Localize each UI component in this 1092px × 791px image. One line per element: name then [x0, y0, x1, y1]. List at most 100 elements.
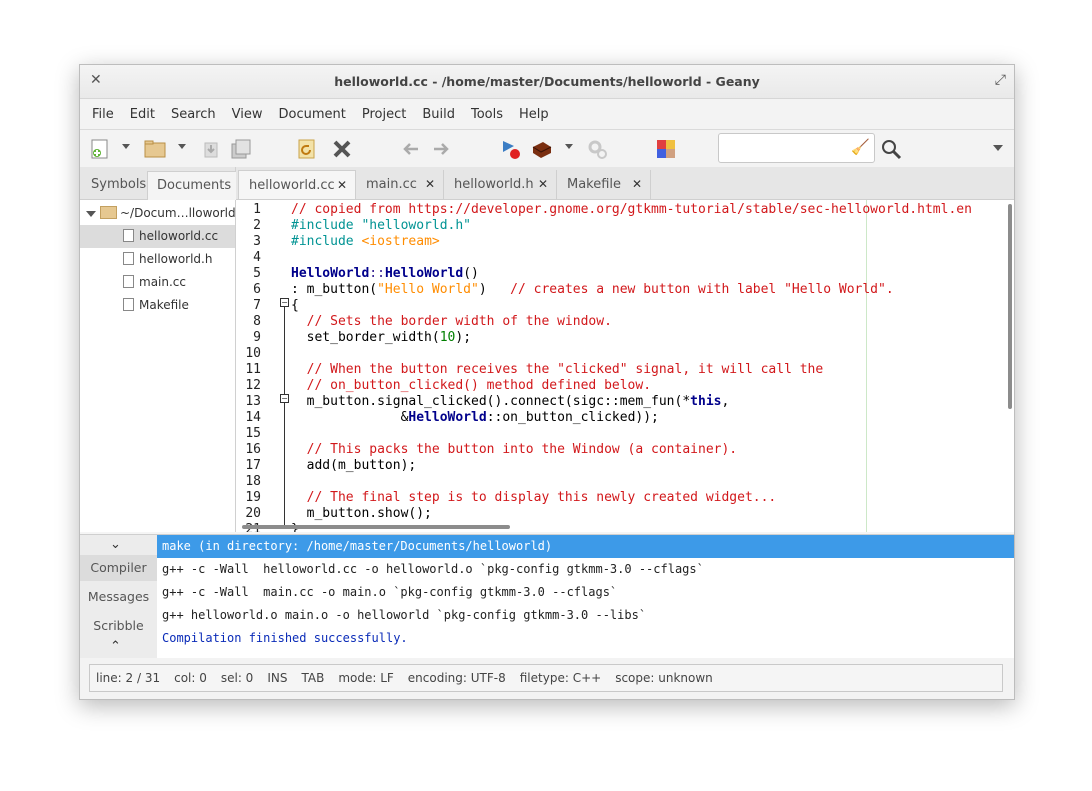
file-label: helloworld.h [139, 252, 213, 266]
tree-file-helloworld-cc[interactable]: helloworld.cc [80, 225, 235, 248]
code-token: <iostream> [361, 234, 440, 249]
open-folder-icon[interactable] [144, 138, 166, 160]
revert-icon[interactable] [296, 138, 318, 160]
tab-helloworld-cc[interactable]: helloworld.cc ✕ [238, 170, 356, 199]
close-file-icon[interactable] [331, 138, 353, 160]
execute-icon[interactable] [586, 138, 608, 160]
code-text: #include "helloworld.h" [291, 218, 472, 233]
toolbar: 🧹 [80, 130, 1014, 168]
sidebar: Symbols Documents ~/Docum…lloworld hello… [80, 167, 242, 532]
search-input[interactable]: 🧹 [718, 133, 875, 163]
code-token: HelloWorld [291, 266, 370, 281]
tab-helloworld-h[interactable]: helloworld.h ✕ [444, 170, 557, 199]
open-dropdown-icon[interactable] [178, 144, 186, 149]
code-line: 16 // This packs the button into the Win… [236, 442, 1014, 458]
code-text: set_border_width(10); [291, 330, 471, 346]
forward-arrow-icon[interactable] [430, 138, 452, 160]
menu-tools[interactable]: Tools [463, 107, 511, 122]
save-all-icon[interactable] [230, 138, 252, 160]
file-icon [123, 252, 134, 265]
tab-messages[interactable]: Messages [80, 584, 157, 610]
new-file-dropdown-icon[interactable] [122, 144, 130, 149]
line-number: 18 [245, 474, 261, 489]
folder-icon [100, 206, 117, 219]
menu-document[interactable]: Document [270, 107, 353, 122]
code-line: 9 set_border_width(10); [236, 330, 1014, 346]
chevron-up-icon[interactable]: ⌃ [110, 639, 121, 654]
toolbar-overflow-icon[interactable] [993, 145, 1003, 151]
new-file-icon[interactable] [89, 138, 111, 160]
tab-compiler[interactable]: Compiler [80, 555, 157, 581]
close-tab-icon[interactable]: ✕ [425, 170, 435, 199]
file-icon [123, 275, 134, 288]
menu-edit[interactable]: Edit [122, 107, 163, 122]
close-tab-icon[interactable]: ✕ [337, 171, 347, 200]
status-tab: TAB [301, 671, 325, 685]
code-token: ); [455, 330, 472, 345]
tab-label: Makefile [567, 177, 622, 192]
chevron-down-icon[interactable]: ⌄ [110, 537, 121, 552]
code-line: 13 m_button.signal_clicked().connect(sig… [236, 394, 1014, 410]
clear-search-icon[interactable]: 🧹 [851, 138, 870, 156]
code-text: m_button.show(); [291, 506, 432, 521]
back-arrow-icon[interactable] [400, 138, 422, 160]
code-line: 10 [236, 346, 1014, 362]
line-number: 10 [245, 346, 261, 361]
menu-file[interactable]: File [84, 107, 122, 122]
line-number: 5 [253, 266, 261, 281]
compile-icon[interactable] [500, 138, 522, 160]
status-sel: sel: 0 [220, 671, 254, 685]
menu-help[interactable]: Help [511, 107, 557, 122]
tab-scribble[interactable]: Scribble [80, 613, 157, 639]
compiler-output[interactable]: make (in directory: /home/master/Documen… [157, 535, 1014, 659]
horizontal-scrollbar[interactable] [242, 525, 510, 529]
tree-file-makefile[interactable]: Makefile [80, 294, 235, 317]
color-chooser-icon[interactable] [655, 138, 677, 160]
search-icon[interactable] [880, 138, 902, 160]
file-label: helloworld.cc [139, 229, 219, 243]
folder-label: ~/Docum…lloworld [120, 206, 236, 220]
code-editor[interactable]: − − 1// copied from https://developer.gn… [236, 200, 1014, 532]
code-lines: 1 // copied from https://developer.gnome.… [236, 202, 1014, 532]
expander-icon[interactable] [86, 210, 96, 217]
editor-tabs: helloworld.cc ✕ main.cc ✕ helloworld.h ✕ Ma… [236, 167, 1014, 200]
status-scope: scope: unknown [615, 671, 713, 685]
maximize-icon[interactable]: ⤢ [995, 72, 1006, 88]
menu-build[interactable]: Build [414, 107, 463, 122]
line-number: 13 [245, 394, 261, 409]
geany-window: ✕ helloworld.cc - /home/master/Documents… [79, 64, 1015, 700]
file-icon [123, 229, 134, 242]
compiler-message[interactable]: make (in directory: /home/master/Documen… [157, 535, 1014, 558]
compiler-message[interactable]: Compilation finished successfully. [157, 627, 1014, 650]
menu-view[interactable]: View [224, 107, 271, 122]
tree-folder[interactable]: ~/Docum…lloworld [80, 202, 236, 225]
build-dropdown-icon[interactable] [565, 144, 573, 149]
code-line: 2 #include "helloworld.h" [236, 218, 1014, 234]
tree-file-main-cc[interactable]: main.cc [80, 271, 235, 294]
save-icon[interactable] [200, 138, 222, 160]
close-tab-icon[interactable]: ✕ [632, 170, 642, 199]
code-line: 20 m_button.show(); [236, 506, 1014, 522]
tab-main-cc[interactable]: main.cc ✕ [356, 170, 444, 199]
tree-file-helloworld-h[interactable]: helloworld.h [80, 248, 235, 271]
menu-project[interactable]: Project [354, 107, 414, 122]
tab-symbols[interactable]: Symbols [82, 171, 155, 199]
line-number: 7 [253, 298, 261, 313]
code-token: m_button.signal_clicked().connect(sigc::… [291, 394, 691, 409]
line-number: 17 [245, 458, 261, 473]
build-icon[interactable] [531, 138, 553, 160]
code-line: 7{ [236, 298, 1014, 314]
message-panel: ⌄ Compiler Messages Scribble ⌃ make (in … [80, 534, 1014, 659]
tab-documents[interactable]: Documents [147, 171, 242, 200]
compiler-message[interactable]: g++ -c -Wall main.cc -o main.o `pkg-conf… [157, 581, 1014, 604]
menu-search[interactable]: Search [163, 107, 224, 122]
code-line: 12 // on_button_clicked() method defined… [236, 378, 1014, 394]
code-line: 11 // When the button receives the "clic… [236, 362, 1014, 378]
code-line: 3 #include <iostream> [236, 234, 1014, 250]
compiler-message[interactable]: g++ -c -Wall helloworld.cc -o helloworld… [157, 558, 1014, 581]
tab-makefile[interactable]: Makefile ✕ [557, 170, 651, 199]
close-tab-icon[interactable]: ✕ [538, 170, 548, 199]
code-line: 5 HelloWorld::HelloWorld() [236, 266, 1014, 282]
vertical-scrollbar[interactable] [1008, 204, 1012, 409]
compiler-message[interactable]: g++ helloworld.o main.o -o helloworld `p… [157, 604, 1014, 627]
